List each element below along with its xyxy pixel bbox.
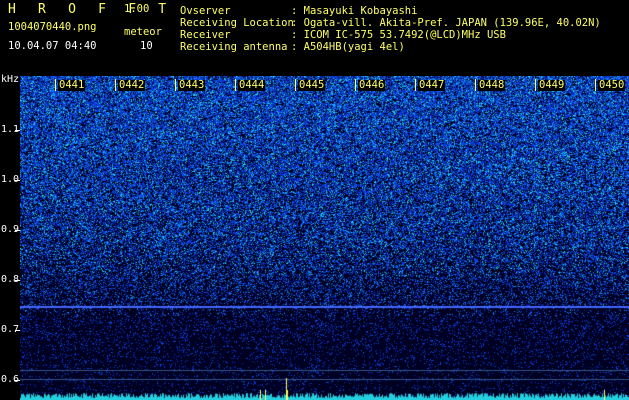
file-name: 1004070440.png — [8, 21, 97, 33]
time-axis-label: 0441 — [58, 79, 86, 91]
axis-unit: kHz — [1, 74, 20, 85]
meteor-count: 10 — [140, 40, 153, 52]
time-axis-label: 0450 — [598, 79, 626, 91]
meteor-label: meteor — [124, 26, 162, 38]
time-axis-label: 0442 — [118, 79, 146, 91]
time-axis-tick — [235, 79, 236, 91]
frequency-axis: kHz — [0, 74, 20, 400]
time-axis-tick — [475, 79, 476, 91]
observer-value: : Masayuki Kobayashi — [291, 5, 418, 17]
location-label: Receiving Location — [180, 17, 294, 29]
time-axis-label: 0443 — [178, 79, 206, 91]
observer-label: Ovserver — [180, 5, 231, 17]
time-axis-tick — [295, 79, 296, 91]
time-axis-tick — [55, 79, 56, 91]
time-axis-tick — [115, 79, 116, 91]
time-axis-tick — [595, 79, 596, 91]
time-axis-label: 0448 — [478, 79, 506, 91]
time-axis-tick — [355, 79, 356, 91]
time-axis-tick — [535, 79, 536, 91]
header-panel: H R O F F T 1.00 1004070440.png 10.04.07… — [0, 0, 629, 74]
antenna-label: Receiving antenna — [180, 41, 288, 53]
time-axis-label: 0446 — [358, 79, 386, 91]
antenna-value: : A504HB(yagi 4el) — [291, 41, 405, 53]
spectrogram — [20, 76, 629, 400]
time-axis-tick — [175, 79, 176, 91]
receiver-label: Receiver — [180, 29, 231, 41]
time-axis-label: 0449 — [538, 79, 566, 91]
time-axis-label: 0447 — [418, 79, 446, 91]
app-version: 1.00 — [124, 3, 150, 15]
capture-datetime: 10.04.07 04:40 — [8, 40, 97, 52]
time-axis-label: 0445 — [298, 79, 326, 91]
time-axis-label: 0444 — [238, 79, 266, 91]
time-axis-tick — [415, 79, 416, 91]
receiver-value: : ICOM IC-575 53.7492(@LCD)MHz USB — [291, 29, 506, 41]
location-value: : Ogata-vill. Akita-Pref. JAPAN (139.96E… — [291, 17, 601, 29]
